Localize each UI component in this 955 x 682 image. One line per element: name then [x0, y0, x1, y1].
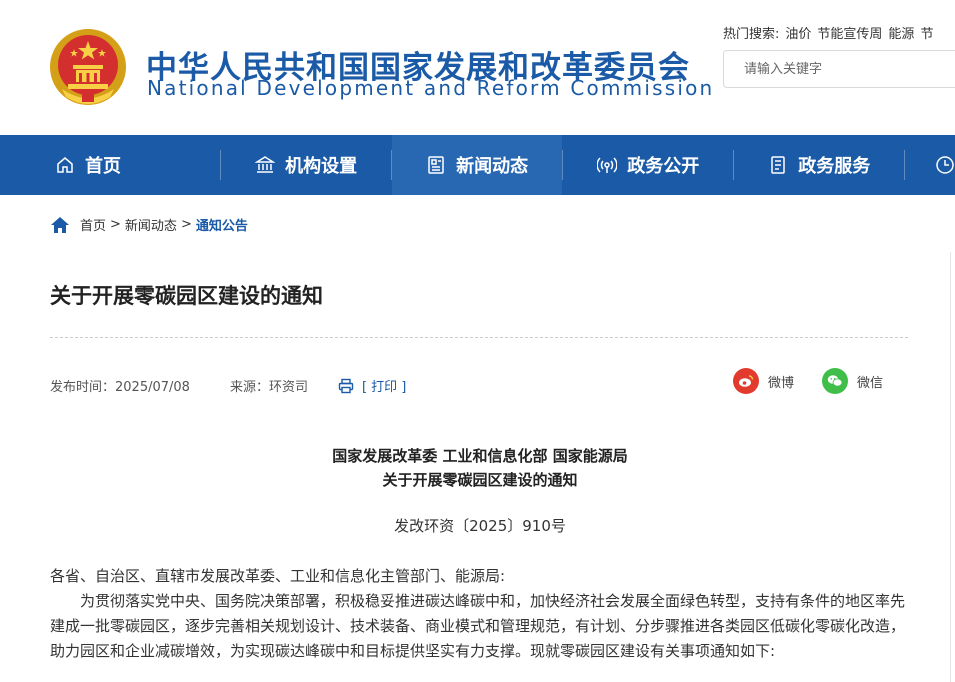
nav-item-home[interactable]: 首页	[0, 135, 220, 195]
title-divider	[50, 337, 908, 338]
printer-icon	[338, 378, 354, 394]
article-source: 来源：环资司	[230, 376, 308, 395]
article-body: 各省、自治区、直辖市发展改革委、工业和信息化主管部门、能源局: 为贯彻落实党中央…	[50, 564, 910, 664]
hot-search-link[interactable]: 节	[920, 27, 933, 42]
article-meta: 发布时间：2025/07/08 来源：环资司 [ 打印 ]	[50, 376, 406, 395]
document-number: 发改环资〔2025〕910号	[0, 515, 955, 536]
issuing-agencies: 国家发展改革委 工业和信息化部 国家能源局	[0, 444, 955, 468]
national-emblem-icon[interactable]	[48, 27, 128, 107]
nav-label: 首页	[85, 152, 121, 178]
nav-item-open-government[interactable]: 政务公开	[563, 135, 733, 195]
breadcrumb-current[interactable]: 通知公告	[196, 215, 248, 234]
broadcast-icon	[597, 155, 617, 175]
article-title: 关于开展零碳园区建设的通知	[50, 280, 323, 310]
search-box	[723, 50, 955, 88]
print-button[interactable]: [ 打印 ]	[338, 376, 406, 395]
body-paragraph: 为贯彻落实党中央、国务院决策部署，积极稳妥推进碳达峰碳中和，加快经济社会发展全面…	[50, 589, 910, 664]
nav-item-news[interactable]: 新闻动态	[392, 135, 562, 195]
nav-label: 政务公开	[627, 152, 699, 178]
newspaper-icon	[426, 155, 446, 175]
breadcrumb-news[interactable]: 新闻动态	[125, 215, 177, 234]
clock-icon	[935, 155, 955, 175]
main-nav: 首页 机构设置 新闻动态 政务公开 政务服务	[0, 135, 955, 195]
hot-search-link[interactable]: 油价	[785, 27, 811, 42]
publish-time: 发布时间：2025/07/08	[50, 376, 190, 395]
home-icon	[55, 155, 75, 175]
home-icon[interactable]	[50, 216, 70, 234]
search-input[interactable]	[724, 51, 955, 87]
weibo-icon	[733, 368, 759, 394]
building-icon	[255, 155, 275, 175]
document-icon	[768, 155, 788, 175]
document-title: 关于开展零碳园区建设的通知	[0, 468, 955, 492]
share-wechat-button[interactable]: 微信	[822, 368, 883, 394]
breadcrumb: 首页 > 新闻动态 > 通知公告	[50, 215, 248, 234]
breadcrumb-home[interactable]: 首页	[80, 215, 106, 234]
document-header: 国家发展改革委 工业和信息化部 国家能源局 关于开展零碳园区建设的通知	[0, 444, 955, 492]
nav-item-organization[interactable]: 机构设置	[221, 135, 391, 195]
salutation: 各省、自治区、直辖市发展改革委、工业和信息化主管部门、能源局:	[50, 564, 910, 589]
breadcrumb-separator: >	[181, 217, 192, 232]
hot-search-link[interactable]: 能源	[888, 27, 914, 42]
nav-item-overflow[interactable]	[905, 135, 955, 195]
wechat-icon	[822, 368, 848, 394]
breadcrumb-separator: >	[110, 217, 121, 232]
site-title-english[interactable]: National Development and Reform Commissi…	[147, 76, 714, 100]
nav-label: 新闻动态	[456, 152, 528, 178]
print-label: [ 打印 ]	[362, 376, 406, 395]
nav-item-services[interactable]: 政务服务	[734, 135, 904, 195]
share-wechat-label: 微信	[857, 372, 883, 391]
hot-search-label: 热门搜索:	[723, 27, 779, 42]
share-weibo-label: 微博	[768, 372, 794, 391]
nav-label: 机构设置	[285, 152, 357, 178]
share-weibo-button[interactable]: 微博	[733, 368, 794, 394]
hot-search-link[interactable]: 节能宣传周	[817, 27, 882, 42]
hot-search: 热门搜索: 油价节能宣传周能源节	[723, 23, 933, 42]
nav-label: 政务服务	[798, 152, 870, 178]
site-header: 中华人民共和国国家发展和改革委员会 National Development a…	[0, 0, 955, 135]
